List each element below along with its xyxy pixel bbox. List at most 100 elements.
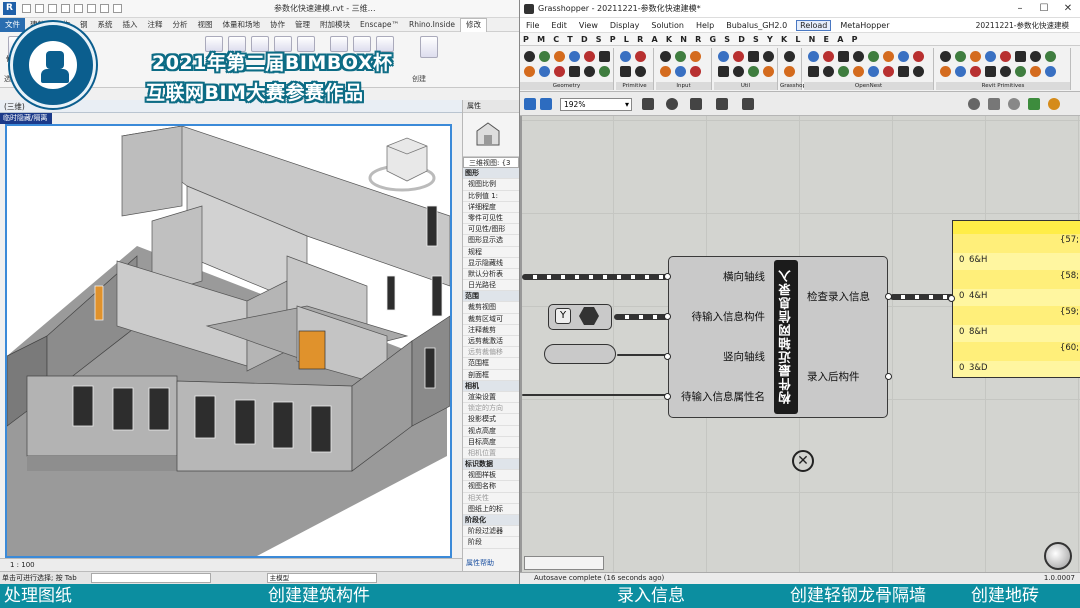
property-row[interactable]: 剖面框 [463, 370, 519, 381]
gh-component-icon[interactable] [620, 66, 631, 77]
property-row[interactable]: 相关性 [463, 493, 519, 504]
gh-component-icon[interactable] [524, 51, 535, 62]
gh-component-icon[interactable] [660, 51, 671, 62]
revit-tab[interactable]: Enscape™ [355, 20, 404, 29]
gh-tab[interactable]: K [666, 35, 672, 44]
eye-icon[interactable] [666, 98, 678, 110]
gh-tab[interactable]: S [753, 35, 759, 44]
revit-tab[interactable]: 体量和场地 [218, 19, 266, 30]
gh-tab[interactable]: K [781, 35, 787, 44]
output-port-2[interactable] [885, 373, 892, 380]
text-icon[interactable] [100, 4, 109, 13]
print-icon[interactable] [74, 4, 83, 13]
sketch-icon[interactable] [690, 98, 702, 110]
gh-component-icon[interactable] [838, 66, 849, 77]
gh-component-icon[interactable] [784, 51, 795, 62]
view-type-dropdown[interactable]: 三维视图: {3 [463, 157, 519, 169]
properties-help-link[interactable]: 属性帮助 [463, 558, 519, 569]
canvas-quick-icons[interactable] [524, 556, 604, 570]
gh-component-icon[interactable] [784, 66, 795, 77]
gh-component-icon[interactable] [539, 51, 550, 62]
gh-component-icon[interactable] [913, 66, 924, 77]
align-icon[interactable] [742, 98, 754, 110]
property-row[interactable]: 远剪裁偏移 [463, 347, 519, 359]
gh-component-icon[interactable] [883, 51, 894, 62]
gh-component-icon[interactable] [808, 66, 819, 77]
gh-component-icon[interactable] [1015, 66, 1026, 77]
gh-component-icon[interactable] [1030, 66, 1041, 77]
gh-component-icon[interactable] [955, 66, 966, 77]
gh-component-icon[interactable] [853, 66, 864, 77]
gh-menu-item[interactable]: MetaHopper [834, 21, 895, 30]
property-row[interactable]: 详细程度 [463, 202, 519, 213]
navigation-ball-icon[interactable] [1044, 542, 1072, 570]
input-port-4[interactable] [664, 393, 671, 400]
property-row[interactable]: 注释裁剪 [463, 325, 519, 336]
gh-component-icon[interactable] [898, 51, 909, 62]
gh-component-icon[interactable] [1000, 51, 1011, 62]
3d-view-icon[interactable] [113, 4, 122, 13]
gh-component-icon[interactable] [690, 66, 701, 77]
gh-component-icon[interactable] [823, 66, 834, 77]
gh-component-icon[interactable] [763, 66, 774, 77]
gh-component-icon[interactable] [569, 66, 580, 77]
type-selector[interactable] [463, 113, 519, 157]
gh-component-icon[interactable] [584, 66, 595, 77]
gh-tab[interactable]: A [837, 35, 843, 44]
property-row[interactable]: 裁剪区域可 [463, 314, 519, 325]
gh-tab[interactable]: Y [767, 35, 773, 44]
property-row[interactable]: 投影模式 [463, 414, 519, 426]
gh-tab[interactable]: L [795, 35, 800, 44]
property-row[interactable]: 阶段过滤器 [463, 526, 519, 538]
close-circle-icon[interactable]: ✕ [792, 450, 814, 472]
gh-component-icon[interactable] [554, 66, 565, 77]
gh-component-icon[interactable] [853, 51, 864, 62]
data-relay-node[interactable] [544, 344, 616, 364]
gh-menu-item[interactable]: Display [604, 21, 646, 30]
gh-menu-item[interactable]: Help [690, 21, 720, 30]
open-icon[interactable] [22, 4, 31, 13]
gh-component-icon[interactable] [985, 66, 996, 77]
measure-icon[interactable] [87, 4, 96, 13]
revit-tab[interactable]: Rhino.Inside [404, 20, 460, 29]
close-button[interactable]: ✕ [1057, 0, 1079, 18]
gh-component-icon[interactable] [635, 51, 646, 62]
gh-component-icon[interactable] [808, 51, 819, 62]
gh-component-icon[interactable] [1030, 51, 1041, 62]
design-option-box[interactable]: 主模型 [266, 573, 377, 583]
gh-component-icon[interactable] [733, 66, 744, 77]
gh-component-icon[interactable] [690, 51, 701, 62]
property-row[interactable]: 视图比例 [463, 179, 519, 191]
revit-tab[interactable]: 管理 [290, 19, 315, 30]
gh-tab[interactable]: P [852, 35, 858, 44]
property-row[interactable]: 目标高度 [463, 437, 519, 448]
gh-tab[interactable]: D [738, 35, 745, 44]
revit-tab[interactable]: 注释 [143, 19, 168, 30]
property-row[interactable]: 图形显示选 [463, 235, 519, 247]
gh-tab[interactable]: S [596, 35, 602, 44]
zoom-dropdown[interactable]: 192% [560, 98, 632, 111]
output-panel[interactable]: {57; 0 6&H {58; 0 4&H {59; 0 8&H {60; 0 3&D [948, 220, 1080, 378]
property-row[interactable]: 日光路径 [463, 280, 519, 292]
gh-tab[interactable]: A [651, 35, 657, 44]
gh-component-icon[interactable] [883, 66, 894, 77]
render-icon[interactable] [1048, 98, 1060, 110]
info-entry-component[interactable]: 构件最近轴网信息录入 横向轴线 待输入信息构件 竖向轴线 待输入信息属性名 检查… [664, 256, 892, 418]
property-row[interactable]: 锁定的方向 [463, 403, 519, 415]
revit-tab[interactable]: 协作 [265, 19, 290, 30]
gh-component-icon[interactable] [970, 51, 981, 62]
gh-tab[interactable]: T [567, 35, 572, 44]
revit-tab[interactable]: 视图 [193, 19, 218, 30]
zoom-extents-icon[interactable] [642, 98, 654, 110]
property-row[interactable]: 视图名称 [463, 481, 519, 493]
gh-component-icon[interactable] [733, 51, 744, 62]
revit-logo-icon[interactable]: R [3, 2, 16, 15]
maximize-button[interactable]: ☐ [1033, 0, 1055, 18]
gh-document-name[interactable]: 20211221-参数化快速建模 [970, 18, 1075, 33]
property-row[interactable]: 渲染设置 [463, 392, 519, 404]
gh-component-icon[interactable] [599, 66, 610, 77]
gh-component-icon[interactable] [940, 51, 951, 62]
preview-off-icon[interactable] [968, 98, 980, 110]
gh-tab[interactable]: P [523, 35, 529, 44]
gh-component-icon[interactable] [675, 51, 686, 62]
